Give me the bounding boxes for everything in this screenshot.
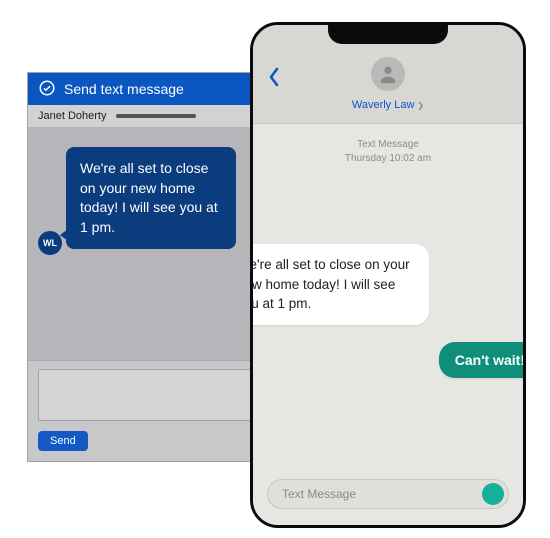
phone-text-input[interactable]: Text Message [267, 479, 509, 509]
sender-avatar: WL [38, 231, 62, 255]
phone-input-placeholder: Text Message [282, 487, 356, 501]
reply-message-text: Can't wait! [455, 352, 525, 368]
recipient-name: Janet Doherty [38, 110, 106, 122]
contact-name: Waverly Law [352, 99, 415, 111]
incoming-message-text: We're all set to close on your new home … [250, 257, 410, 311]
phone-notch [328, 22, 448, 44]
person-icon [377, 63, 399, 85]
checkmark-circle-icon [38, 79, 56, 100]
composer-title: Send text message [64, 81, 184, 97]
outgoing-message-text: We're all set to close on your new home … [80, 160, 218, 235]
send-button[interactable]: Send [38, 431, 88, 451]
conversation-meta: Text Message Thursday 10:02 am [265, 138, 511, 165]
phone-input-row: Text Message [253, 469, 523, 525]
contact-avatar [371, 57, 405, 91]
back-button[interactable] [267, 67, 281, 92]
meta-line-2: Thursday 10:02 am [265, 152, 511, 166]
redacted-line [116, 114, 196, 118]
incoming-message-bubble: We're all set to close on your new home … [250, 244, 429, 325]
chevron-right-icon: ❯ [417, 101, 424, 110]
meta-line-1: Text Message [265, 138, 511, 152]
sender-initials: WL [43, 238, 57, 248]
phone-send-button[interactable] [482, 483, 504, 505]
phone-conversation: Text Message Thursday 10:02 am We're all… [253, 124, 523, 469]
contact-name-row[interactable]: Waverly Law ❯ [352, 99, 424, 111]
outgoing-message-bubble: We're all set to close on your new home … [66, 147, 236, 249]
phone-mock: Waverly Law ❯ Text Message Thursday 10:0… [250, 22, 526, 528]
reply-message-bubble: Can't wait! [439, 342, 526, 378]
